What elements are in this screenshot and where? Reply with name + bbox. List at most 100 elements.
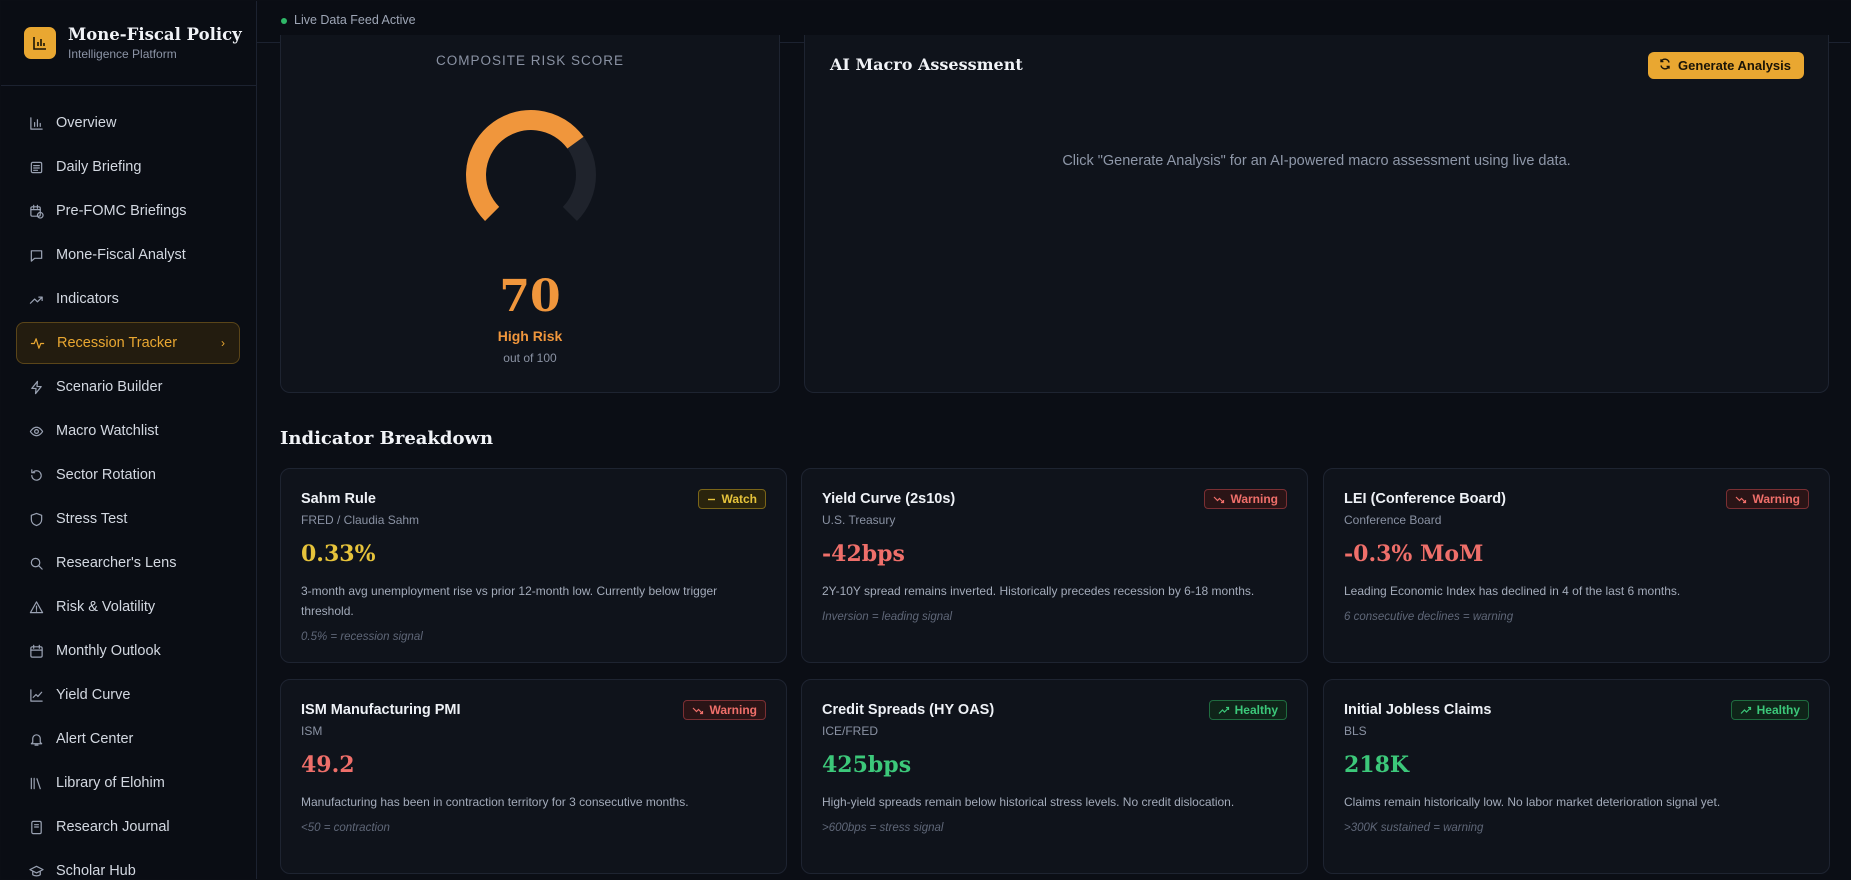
risk-card-label: COMPOSITE RISK SCORE (435, 53, 625, 68)
indicator-card-yield-curve-2s10s: Yield Curve (2s10s) U.S. Treasury Warning -… (801, 468, 1308, 663)
generate-analysis-button[interactable]: Generate Analysis (1648, 52, 1804, 79)
indicator-value: 218K (1344, 752, 1410, 778)
ai-macro-assessment-card: AI Macro Assessment Generate Analysis Cl… (804, 35, 1829, 393)
sidebar-item-sector-rotation[interactable]: Sector Rotation (1, 453, 256, 497)
rotate-icon (28, 467, 44, 483)
sidebar-item-stress-test[interactable]: Stress Test (1, 497, 256, 541)
bar-chart-icon (28, 115, 44, 131)
sidebar-item-researcher-s-lens[interactable]: Researcher's Lens (1, 541, 256, 585)
status-badge-label: Healthy (1234, 703, 1278, 717)
app-window: Mone-Fiscal Policy Intelligence Platform… (1, 1, 1850, 879)
trending-up-icon (1740, 706, 1752, 715)
risk-gauge-fill (466, 110, 584, 221)
sidebar-item-label: Scholar Hub (56, 863, 136, 879)
search-icon (28, 555, 44, 571)
indicator-source: FRED / Claudia Sahm (301, 513, 420, 527)
trending-up-icon (28, 291, 44, 307)
indicator-card-initial-jobless-claims: Initial Jobless Claims BLS Healthy 218K Clai… (1323, 679, 1830, 874)
indicator-breakdown-title: Indicator Breakdown (280, 428, 494, 449)
risk-gauge (466, 110, 596, 221)
eye-icon (28, 423, 44, 439)
sidebar-item-mone-fiscal-analyst[interactable]: Mone-Fiscal Analyst (1, 233, 256, 277)
shield-icon (28, 511, 44, 527)
sidebar-item-daily-briefing[interactable]: Daily Briefing (1, 145, 256, 189)
sidebar-item-monthly-outlook[interactable]: Monthly Outlook (1, 629, 256, 673)
sidebar-item-label: Monthly Outlook (56, 643, 161, 659)
graduation-cap-icon (28, 863, 44, 879)
indicator-value: 425bps (822, 752, 912, 778)
sidebar-item-alert-center[interactable]: Alert Center (1, 717, 256, 761)
sidebar-item-label: Mone-Fiscal Analyst (56, 247, 186, 263)
sidebar-item-label: Scenario Builder (56, 379, 163, 395)
indicator-card-credit-spreads-hy-oas: Credit Spreads (HY OAS) ICE/FRED Healthy 42… (801, 679, 1308, 874)
trending-down-icon (1735, 495, 1747, 504)
sidebar-item-pre-fomc-briefings[interactable]: Pre-FOMC Briefings (1, 189, 256, 233)
status-badge-label: Warning (1752, 492, 1800, 506)
sidebar-item-label: Macro Watchlist (56, 423, 159, 439)
indicator-source: BLS (1344, 724, 1367, 738)
sidebar-item-risk-volatility[interactable]: Risk & Volatility (1, 585, 256, 629)
sidebar-item-scholar-hub[interactable]: Scholar Hub (1, 849, 256, 879)
composite-risk-card: COMPOSITE RISK SCORE 70 High Risk out of… (280, 35, 780, 393)
sidebar: Mone-Fiscal Policy Intelligence Platform… (1, 1, 257, 879)
indicator-source: ISM (301, 724, 323, 738)
sidebar-item-label: Research Journal (56, 819, 170, 835)
sidebar-item-label: Recession Tracker (57, 335, 178, 351)
trending-up-icon (1218, 706, 1230, 715)
sidebar-nav: Overview Daily Briefing Pre-FOMC Briefings… (1, 101, 256, 879)
risk-score-value: 70 (499, 271, 561, 322)
indicator-card-ism-manufacturing-pmi: ISM Manufacturing PMI ISM Warning 49.2 Manuf… (280, 679, 787, 874)
indicator-source: U.S. Treasury (822, 513, 896, 527)
sidebar-item-yield-curve[interactable]: Yield Curve (1, 673, 256, 717)
notebook-icon (28, 819, 44, 835)
indicator-title: ISM Manufacturing PMI (301, 702, 461, 718)
indicator-card-sahm-rule: Sahm Rule FRED / Claudia Sahm Watch 0.33% 3-… (280, 468, 787, 663)
indicator-value: 0.33% (301, 541, 376, 567)
trending-down-icon (692, 706, 704, 715)
indicator-description: Claims remain historically low. No labor… (1344, 795, 1721, 809)
sidebar-item-recession-tracker[interactable]: Recession Tracker › (16, 322, 240, 364)
sidebar-item-library-of-elohim[interactable]: Library of Elohim (1, 761, 256, 805)
brand-header: Mone-Fiscal Policy Intelligence Platform (1, 1, 256, 86)
indicator-card-lei-conference-board: LEI (Conference Board) Conference Board Wa… (1323, 468, 1830, 663)
calendar-icon (28, 643, 44, 659)
indicator-value: -42bps (822, 541, 905, 567)
sidebar-item-label: Stress Test (56, 511, 128, 527)
status-badge: Warning (1726, 489, 1809, 509)
sidebar-item-label: Indicators (56, 291, 119, 307)
live-status-text: Live Data Feed Active (294, 13, 416, 27)
trending-down-icon (1213, 495, 1225, 504)
sidebar-item-label: Yield Curve (56, 687, 131, 703)
indicator-description: Leading Economic Index has declined in 4… (1344, 584, 1681, 598)
indicator-threshold-note: <50 = contraction (301, 822, 390, 834)
newspaper-icon (28, 159, 44, 175)
risk-level-label: High Risk (497, 328, 563, 344)
sidebar-item-scenario-builder[interactable]: Scenario Builder (1, 365, 256, 409)
indicator-title: Yield Curve (2s10s) (822, 491, 956, 507)
status-badge-label: Warning (1230, 492, 1278, 506)
sidebar-item-overview[interactable]: Overview (1, 101, 256, 145)
sidebar-item-indicators[interactable]: Indicators (1, 277, 256, 321)
sidebar-item-research-journal[interactable]: Research Journal (1, 805, 256, 849)
ai-card-title: AI Macro Assessment (830, 55, 1023, 74)
zap-icon (28, 379, 44, 395)
indicator-threshold-note: Inversion = leading signal (822, 611, 953, 623)
status-badge-label: Healthy (1756, 703, 1800, 717)
indicator-title: Sahm Rule (301, 491, 376, 507)
indicator-title: LEI (Conference Board) (1344, 491, 1506, 507)
indicator-description: Manufacturing has been in contraction te… (301, 795, 689, 809)
brand-subtitle: Intelligence Platform (68, 47, 177, 61)
sidebar-item-macro-watchlist[interactable]: Macro Watchlist (1, 409, 256, 453)
indicator-source: ICE/FRED (822, 724, 879, 738)
indicator-threshold-note: >600bps = stress signal (822, 822, 944, 834)
bell-icon (28, 731, 44, 747)
sidebar-item-label: Sector Rotation (56, 467, 156, 483)
sidebar-item-label: Alert Center (56, 731, 134, 747)
indicator-title: Credit Spreads (HY OAS) (822, 702, 995, 718)
sidebar-item-label: Overview (56, 115, 117, 131)
sidebar-item-label: Daily Briefing (56, 159, 142, 175)
brand-title: Mone-Fiscal Policy (68, 25, 242, 44)
chat-icon (28, 247, 44, 263)
alert-triangle-icon (28, 599, 44, 615)
minus-icon (707, 495, 716, 504)
